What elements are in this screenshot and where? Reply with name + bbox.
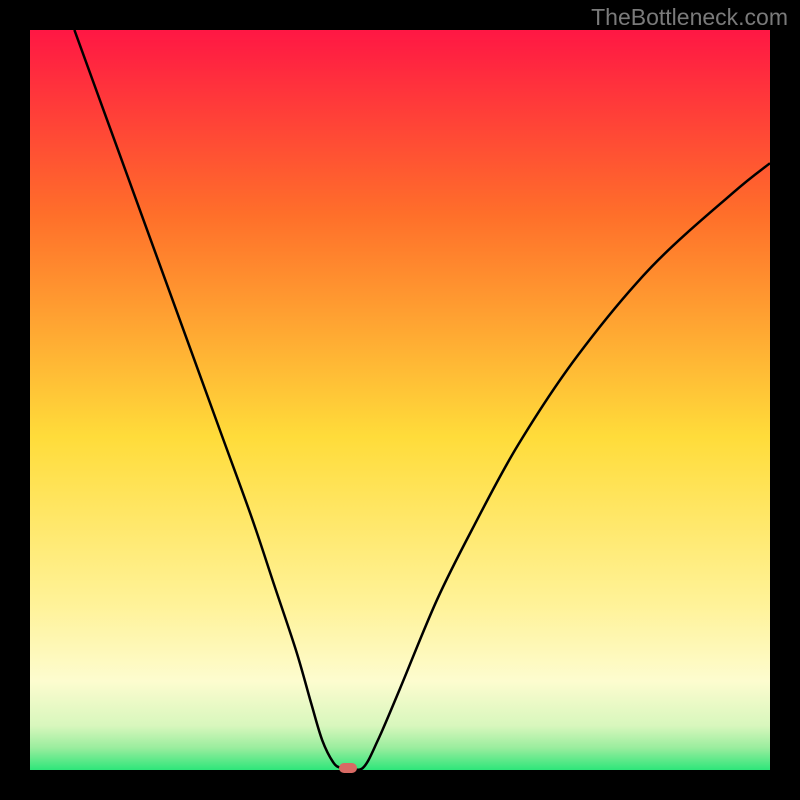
chart-area	[30, 30, 770, 770]
chart-svg	[30, 30, 770, 770]
gradient-background	[30, 30, 770, 770]
watermark-text: TheBottleneck.com	[591, 4, 788, 31]
optimal-point-marker	[339, 763, 357, 773]
